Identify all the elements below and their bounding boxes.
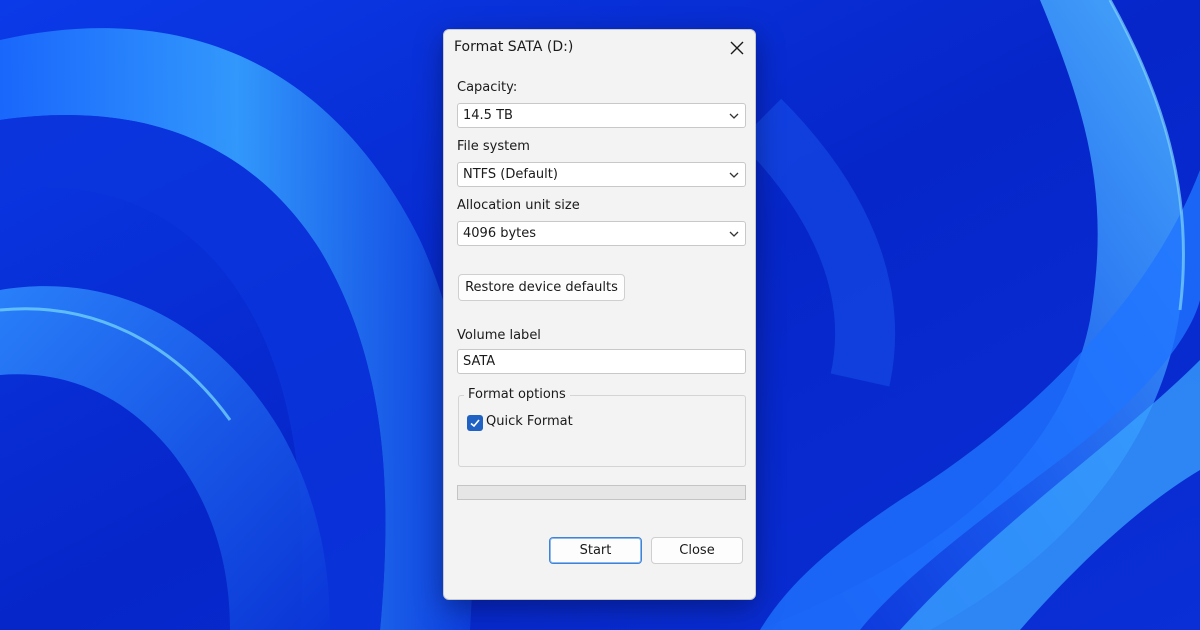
file-system-label: File system — [457, 139, 530, 154]
dialog-title: Format SATA (D:) — [454, 39, 574, 55]
format-progress-bar — [457, 485, 746, 500]
volume-label-input[interactable] — [457, 349, 746, 374]
close-icon[interactable] — [723, 34, 751, 62]
start-button[interactable]: Start — [549, 537, 642, 564]
restore-defaults-button[interactable]: Restore device defaults — [458, 274, 625, 301]
format-options-group — [458, 395, 746, 467]
allocation-select[interactable]: 4096 bytes — [457, 221, 746, 246]
chevron-down-icon — [729, 231, 739, 237]
file-system-value: NTFS (Default) — [463, 167, 558, 182]
allocation-label: Allocation unit size — [457, 198, 580, 213]
title-bar: Format SATA (D:) — [444, 30, 755, 66]
chevron-down-icon — [729, 113, 739, 119]
chevron-down-icon — [729, 172, 739, 178]
format-dialog: Format SATA (D:) Capacity: 14.5 TB File … — [443, 29, 756, 600]
close-button[interactable]: Close — [651, 537, 743, 564]
capacity-label: Capacity: — [457, 80, 518, 95]
volume-label-label: Volume label — [457, 328, 541, 343]
allocation-value: 4096 bytes — [463, 226, 537, 241]
start-label: Start — [579, 543, 612, 558]
capacity-value: 14.5 TB — [463, 108, 513, 123]
quick-format-label[interactable]: Quick Format — [486, 414, 573, 429]
format-options-legend: Format options — [464, 387, 570, 402]
restore-defaults-label: Restore device defaults — [465, 280, 618, 295]
checkmark-icon — [470, 419, 480, 428]
quick-format-checkbox[interactable] — [467, 415, 483, 431]
file-system-select[interactable]: NTFS (Default) — [457, 162, 746, 187]
capacity-select[interactable]: 14.5 TB — [457, 103, 746, 128]
close-label: Close — [679, 543, 715, 558]
